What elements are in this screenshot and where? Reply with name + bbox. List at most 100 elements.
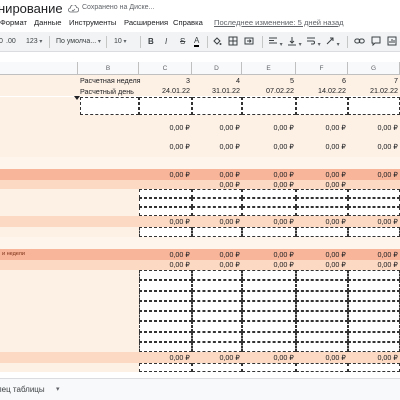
day-label[interactable]: Расчетный день (80, 86, 134, 96)
value-cell[interactable]: 0,00 ₽ (242, 352, 296, 363)
input-cell[interactable] (192, 331, 242, 342)
input-cell[interactable] (242, 270, 296, 281)
input-cell[interactable] (296, 227, 348, 237)
input-cell[interactable] (296, 270, 348, 281)
input-cell[interactable] (192, 189, 242, 198)
week-label[interactable]: Расчетная неделя (80, 75, 141, 86)
value-cell[interactable]: 0,00 ₽ (296, 216, 348, 227)
input-cell[interactable] (296, 97, 348, 115)
value-cell[interactable]: 0,00 ₽ (139, 249, 192, 260)
column-header-e[interactable]: E (242, 62, 296, 75)
horizontal-align-button[interactable]: ▾ (268, 36, 283, 48)
input-cell[interactable] (192, 270, 242, 281)
input-cell[interactable] (242, 331, 296, 342)
input-cell[interactable] (139, 198, 192, 207)
input-cell[interactable] (242, 311, 296, 322)
strikethrough-button[interactable]: S (180, 36, 185, 48)
input-cell[interactable] (348, 207, 400, 216)
input-cell[interactable] (242, 97, 296, 115)
input-cell[interactable] (242, 189, 296, 198)
input-cell[interactable] (296, 331, 348, 342)
value-cell[interactable]: 0,00 ₽ (139, 216, 192, 227)
font-size-select[interactable]: 10 ▾ (114, 36, 126, 48)
menu-help[interactable]: Справка (173, 18, 203, 27)
value-cell[interactable]: 0,00 ₽ (242, 216, 296, 227)
value-cell[interactable]: 0,00 ₽ (139, 169, 192, 180)
menu-format[interactable]: Формат (0, 18, 27, 27)
value-cell[interactable]: 0,00 ₽ (296, 352, 348, 363)
input-cell[interactable] (192, 207, 242, 216)
font-family-select[interactable]: По умолча... ▾ (56, 36, 101, 48)
column-header-b[interactable]: B (78, 62, 139, 75)
value-cell[interactable]: 0,00 ₽ (242, 123, 296, 133)
input-cell[interactable] (80, 97, 139, 115)
input-cell[interactable] (139, 189, 192, 198)
input-cell[interactable] (192, 280, 242, 291)
input-cell[interactable] (139, 331, 192, 342)
input-cell[interactable] (192, 290, 242, 301)
input-cell[interactable] (296, 300, 348, 311)
input-cell[interactable] (139, 300, 192, 311)
last-edit-link[interactable]: Последнее изменение: 5 дней назад (214, 18, 344, 27)
input-cell[interactable] (192, 300, 242, 311)
column-header-c[interactable]: C (139, 62, 192, 75)
increase-decimals-button[interactable]: .00 (6, 36, 16, 48)
chevron-down-icon[interactable]: ▾ (56, 385, 60, 393)
borders-button[interactable] (228, 36, 238, 48)
column-header-f[interactable]: F (296, 62, 348, 75)
input-cell[interactable] (296, 311, 348, 322)
input-cell[interactable] (192, 311, 242, 322)
decrease-decimals-button[interactable]: 0 (0, 36, 3, 48)
value-cell[interactable]: 0,00 ₽ (139, 260, 192, 270)
input-cell[interactable] (296, 290, 348, 301)
week-number-cell[interactable]: 3 (139, 75, 192, 86)
menu-tools[interactable]: Инструменты (69, 18, 116, 27)
input-cell[interactable] (242, 227, 296, 237)
input-cell[interactable] (192, 198, 242, 207)
input-cell[interactable] (348, 363, 400, 372)
value-cell[interactable]: 0,00 ₽ (348, 352, 400, 363)
input-cell[interactable] (242, 280, 296, 291)
bold-button[interactable]: B (148, 36, 154, 48)
week-number-cell[interactable]: 6 (296, 75, 348, 86)
insert-comment-button[interactable] (371, 36, 381, 48)
value-cell[interactable]: 0,00 ₽ (296, 180, 348, 189)
input-cell[interactable] (139, 97, 192, 115)
value-cell[interactable]: 0,00 ₽ (139, 123, 192, 133)
value-cell[interactable]: 0,00 ₽ (348, 142, 400, 152)
value-cell[interactable]: 0,00 ₽ (242, 142, 296, 152)
insert-link-button[interactable] (354, 36, 365, 48)
input-cell[interactable] (192, 227, 242, 237)
input-cell[interactable] (242, 341, 296, 352)
value-cell[interactable]: 0,00 ₽ (192, 216, 242, 227)
column-header-a[interactable] (0, 62, 78, 75)
value-cell[interactable]: 0,00 ₽ (296, 260, 348, 270)
input-cell[interactable] (348, 311, 400, 322)
input-cell[interactable] (296, 341, 348, 352)
insert-chart-button[interactable] (387, 36, 397, 48)
week-number-cell[interactable]: 7 (348, 75, 400, 86)
value-cell[interactable]: 0,00 ₽ (296, 123, 348, 133)
value-cell[interactable]: 0,00 ₽ (192, 352, 242, 363)
value-cell[interactable]: 0,00 ₽ (296, 142, 348, 152)
value-cell[interactable]: 0,00 ₽ (192, 169, 242, 180)
date-cell[interactable]: 31.01.22 (192, 86, 242, 96)
text-wrap-button[interactable]: ▾ (306, 36, 321, 48)
menu-data[interactable]: Данные (34, 18, 61, 27)
sheet-tab[interactable]: лец таблицы (0, 385, 45, 394)
spreadsheet-grid[interactable]: B C D E F G Расчетная неделя 3 4 5 6 7 Р… (0, 62, 400, 372)
value-cell[interactable]: 0,00 ₽ (192, 123, 242, 133)
text-color-button[interactable]: A (194, 36, 200, 47)
value-cell[interactable]: 0,00 ₽ (192, 142, 242, 152)
input-cell[interactable] (296, 189, 348, 198)
text-rotation-button[interactable]: ▾ (325, 36, 340, 48)
value-cell[interactable]: 0,00 ₽ (242, 249, 296, 260)
menu-extensions[interactable]: Расширения (124, 18, 168, 27)
value-cell[interactable]: 0,00 ₽ (242, 180, 296, 189)
input-cell[interactable] (139, 290, 192, 301)
input-cell[interactable] (348, 189, 400, 198)
input-cell[interactable] (348, 280, 400, 291)
input-cell[interactable] (139, 227, 192, 237)
input-cell[interactable] (139, 311, 192, 322)
input-cell[interactable] (296, 207, 348, 216)
